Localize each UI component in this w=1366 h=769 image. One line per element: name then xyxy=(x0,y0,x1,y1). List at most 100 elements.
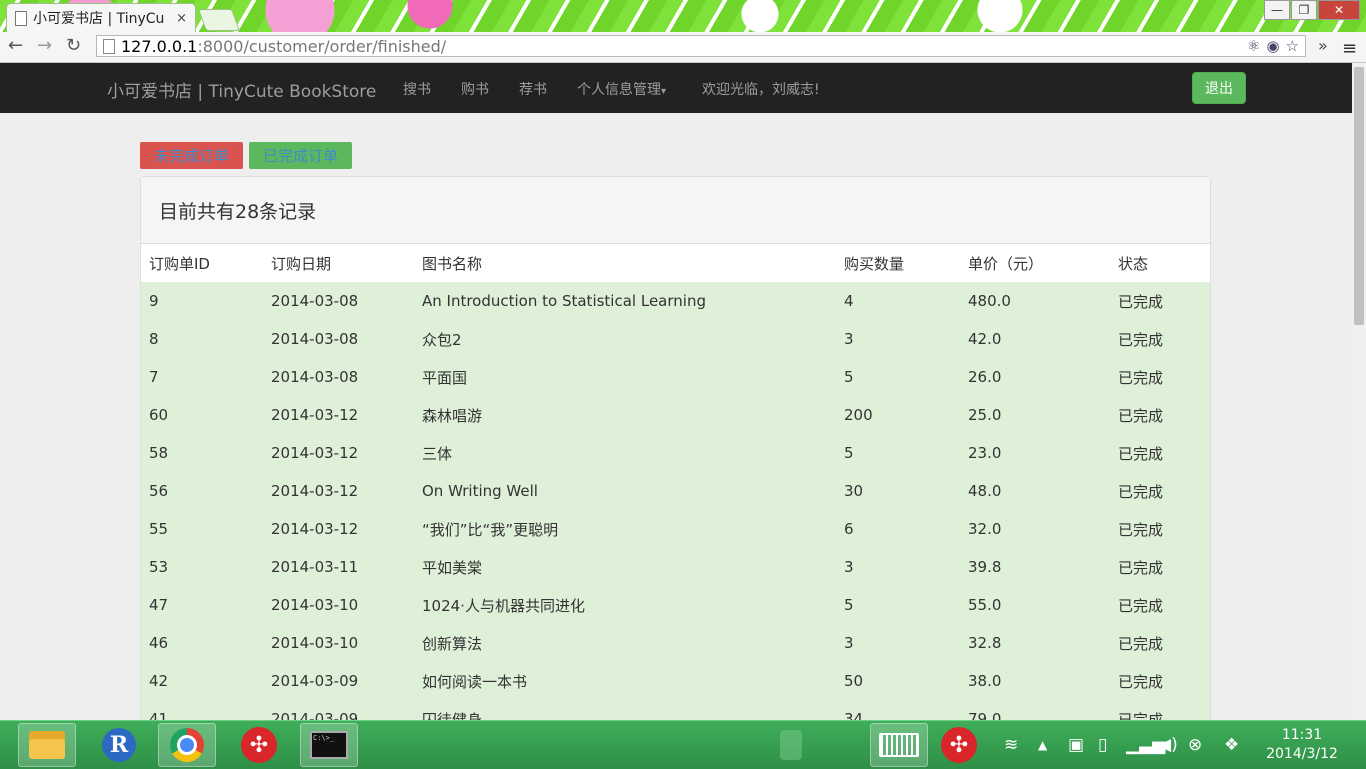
column-header: 状态 xyxy=(1118,254,1149,273)
table-cell: 2014-03-12 xyxy=(271,444,359,462)
table-row: 58 2014-03-12 三体 5 23.0 已完成 xyxy=(141,434,1210,472)
table-cell: 56 xyxy=(149,482,169,500)
nav-buy-books[interactable]: 购书 xyxy=(461,79,489,99)
table-cell: 42 xyxy=(149,672,169,690)
safely-remove-icon[interactable]: ▣ xyxy=(1068,735,1084,755)
welcome-text: 欢迎光临，刘威志! xyxy=(702,82,820,98)
table-cell: 森林唱游 xyxy=(422,406,483,425)
table-cell: 2014-03-12 xyxy=(271,482,359,500)
browser-tab[interactable]: 小可爱书店 | TinyCu × xyxy=(6,3,196,32)
table-cell: 2014-03-08 xyxy=(271,330,359,348)
chrome-icon xyxy=(170,728,204,762)
close-window-button[interactable]: ✕ xyxy=(1318,0,1360,20)
taskbar-app-2[interactable]: ✣ xyxy=(930,723,988,767)
table-cell: 5 xyxy=(844,596,854,614)
table-cell: 60 xyxy=(149,406,169,424)
site-navbar: 小可爱书店 | TinyCute BookStore 搜书 购书 荐书 个人信息… xyxy=(0,63,1352,113)
nav-search-books[interactable]: 搜书 xyxy=(403,79,431,99)
action-center-icon[interactable]: ⊗ xyxy=(1188,735,1202,755)
table-cell: 2014-03-10 xyxy=(271,634,359,652)
nav-recommend-books[interactable]: 荐书 xyxy=(519,79,547,99)
table-cell: 已完成 xyxy=(1118,482,1164,501)
table-row: 8 2014-03-08 众包2 3 42.0 已完成 xyxy=(141,320,1210,358)
paw-icon[interactable]: ❖ xyxy=(1224,735,1239,755)
address-bar[interactable]: 127.0.0.1:8000/customer/order/finished/ … xyxy=(96,35,1306,57)
table-row: 46 2014-03-10 创新算法 3 32.8 已完成 xyxy=(141,624,1210,662)
scrollbar-thumb[interactable] xyxy=(1354,67,1364,325)
table-cell: 200 xyxy=(844,406,873,424)
table-cell: 55 xyxy=(149,520,169,538)
table-row: 7 2014-03-08 平面国 5 26.0 已完成 xyxy=(141,358,1210,396)
table-cell: 50 xyxy=(844,672,864,690)
table-row: 9 2014-03-08 An Introduction to Statistica… xyxy=(141,282,1210,320)
network-app-icon: ✣ xyxy=(241,727,277,763)
taskbar-cmd[interactable]: C:\>_ xyxy=(300,723,358,767)
page-icon xyxy=(103,38,115,54)
back-arrow-icon[interactable]: ← xyxy=(8,35,23,56)
share-extension-icon[interactable]: ⚛ xyxy=(1247,37,1260,55)
browser-toolbar: ← → ↻ 127.0.0.1:8000/customer/order/fini… xyxy=(0,32,1366,63)
logout-button[interactable]: 退出 xyxy=(1192,72,1246,104)
restore-button[interactable]: ❐ xyxy=(1291,0,1317,20)
new-tab-button[interactable] xyxy=(197,9,241,31)
table-cell: 26.0 xyxy=(968,368,1002,386)
table-row: 60 2014-03-12 森林唱游 200 25.0 已完成 xyxy=(141,396,1210,434)
column-header: 图书名称 xyxy=(422,254,483,273)
table-row: 55 2014-03-12 “我们”比“我”更聪明 6 32.0 已完成 xyxy=(141,510,1210,548)
table-cell: 3 xyxy=(844,634,854,652)
url-host: 127.0.0.1 xyxy=(121,36,198,56)
column-header: 购买数量 xyxy=(844,254,905,273)
forward-arrow-icon[interactable]: → xyxy=(37,35,52,56)
table-cell: 38.0 xyxy=(968,672,1002,690)
table-cell: 已完成 xyxy=(1118,710,1164,721)
reload-icon[interactable]: ↻ xyxy=(66,35,81,56)
extension-icon[interactable]: ◉ xyxy=(1266,37,1279,55)
power-icon[interactable]: ▯ xyxy=(1098,735,1107,755)
table-cell: 41 xyxy=(149,710,169,720)
table-cell: 48.0 xyxy=(968,482,1002,500)
browser-menu-icon[interactable]: ≡ xyxy=(1342,38,1357,59)
table-cell: 如何阅读一本书 xyxy=(422,672,528,691)
nav-profile-label: 个人信息管理 xyxy=(577,82,661,98)
wifi-icon[interactable]: ≋ xyxy=(1004,735,1018,755)
page-scrollbar[interactable] xyxy=(1352,63,1366,720)
table-cell: 创新算法 xyxy=(422,634,483,653)
show-hidden-icons-icon[interactable]: ▲ xyxy=(1038,738,1047,752)
network-app-icon: ✣ xyxy=(941,727,977,763)
volume-icon[interactable]: ◀) xyxy=(1158,735,1178,755)
taskbar-usb[interactable] xyxy=(762,723,820,767)
finished-orders-button[interactable]: 已完成订单 xyxy=(249,142,352,169)
table-cell: 已完成 xyxy=(1118,520,1164,539)
window-controls: — ❐ ✕ xyxy=(1263,0,1360,20)
table-row: 53 2014-03-11 平如美棠 3 39.8 已完成 xyxy=(141,548,1210,586)
table-cell: 已完成 xyxy=(1118,330,1164,349)
site-brand[interactable]: 小可爱书店 | TinyCute BookStore xyxy=(107,77,376,102)
taskbar-chrome[interactable] xyxy=(158,723,216,767)
bookmark-star-icon[interactable]: ☆ xyxy=(1286,37,1299,55)
nav-profile-dropdown[interactable]: 个人信息管理▾ xyxy=(577,79,666,99)
table-cell: 53 xyxy=(149,558,169,576)
minimize-button[interactable]: — xyxy=(1264,0,1290,20)
table-cell: 42.0 xyxy=(968,330,1002,348)
tab-title: 小可爱书店 | TinyCu xyxy=(33,11,165,27)
table-cell: 已完成 xyxy=(1118,672,1164,691)
taskbar-file-explorer[interactable] xyxy=(18,723,76,767)
table-cell: 2014-03-12 xyxy=(271,520,359,538)
table-cell: 2014-03-09 xyxy=(271,672,359,690)
record-count-heading: 目前共有28条记录 xyxy=(141,177,1210,244)
table-cell: 7 xyxy=(149,368,159,386)
table-cell: 2014-03-09 xyxy=(271,710,359,720)
taskbar-r[interactable]: R xyxy=(90,723,148,767)
table-cell: 47 xyxy=(149,596,169,614)
page-icon xyxy=(15,10,27,26)
tab-close-icon[interactable]: × xyxy=(176,11,187,26)
table-cell: 480.0 xyxy=(968,292,1011,310)
unfinished-orders-button[interactable]: 未完成订单 xyxy=(140,142,243,169)
taskbar-app[interactable]: ✣ xyxy=(230,723,288,767)
taskbar-clock[interactable]: 11:31 2014/3/12 xyxy=(1264,726,1340,764)
table-cell: 4 xyxy=(844,292,854,310)
table-cell: 2014-03-10 xyxy=(271,596,359,614)
taskbar-keyboard[interactable] xyxy=(870,723,928,767)
table-cell: On Writing Well xyxy=(422,482,538,500)
extensions-overflow-icon[interactable]: » xyxy=(1318,36,1328,55)
